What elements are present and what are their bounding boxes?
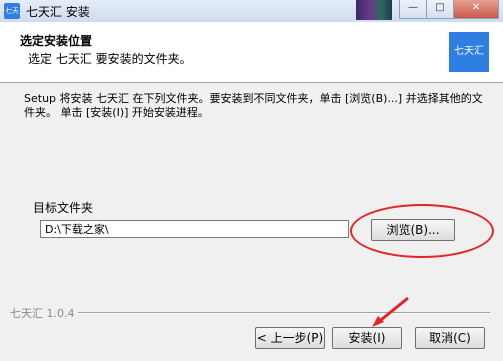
close-icon[interactable]: ✕ <box>453 0 499 19</box>
background-thumbnail <box>356 0 392 20</box>
window-title: 七天汇 安装 <box>26 5 90 19</box>
destination-path-input[interactable] <box>40 220 349 238</box>
page-subtitle: 选定 七天汇 要安装的文件夹。 <box>28 52 192 66</box>
page-title: 选定安装位置 <box>20 34 93 48</box>
browse-button[interactable]: 浏览(B)... <box>371 219 455 241</box>
window-controls: — □ ✕ <box>399 0 499 20</box>
page-header: 选定安装位置 选定 七天汇 要安装的文件夹。 七天汇 <box>0 22 503 83</box>
app-icon: 七天 <box>4 3 20 19</box>
install-button[interactable]: 安装(I) <box>332 327 402 349</box>
destination-folder-label: 目标文件夹 <box>33 201 94 215</box>
version-label: 七天汇 1.0.4 <box>10 307 75 320</box>
maximize-icon[interactable]: □ <box>426 0 454 19</box>
minimize-icon[interactable]: — <box>399 0 427 19</box>
title-bar: 七天 七天汇 安装 — □ ✕ <box>0 0 503 23</box>
product-logo: 七天汇 <box>449 32 489 72</box>
back-button[interactable]: < 上一步(P) <box>255 327 325 349</box>
install-description: Setup 将安装 七天汇 在下列文件夹。要安装到不同文件夹，单击 [浏览(B)… <box>24 92 483 119</box>
cancel-button[interactable]: 取消(C) <box>415 327 485 349</box>
footer-divider <box>78 312 490 314</box>
